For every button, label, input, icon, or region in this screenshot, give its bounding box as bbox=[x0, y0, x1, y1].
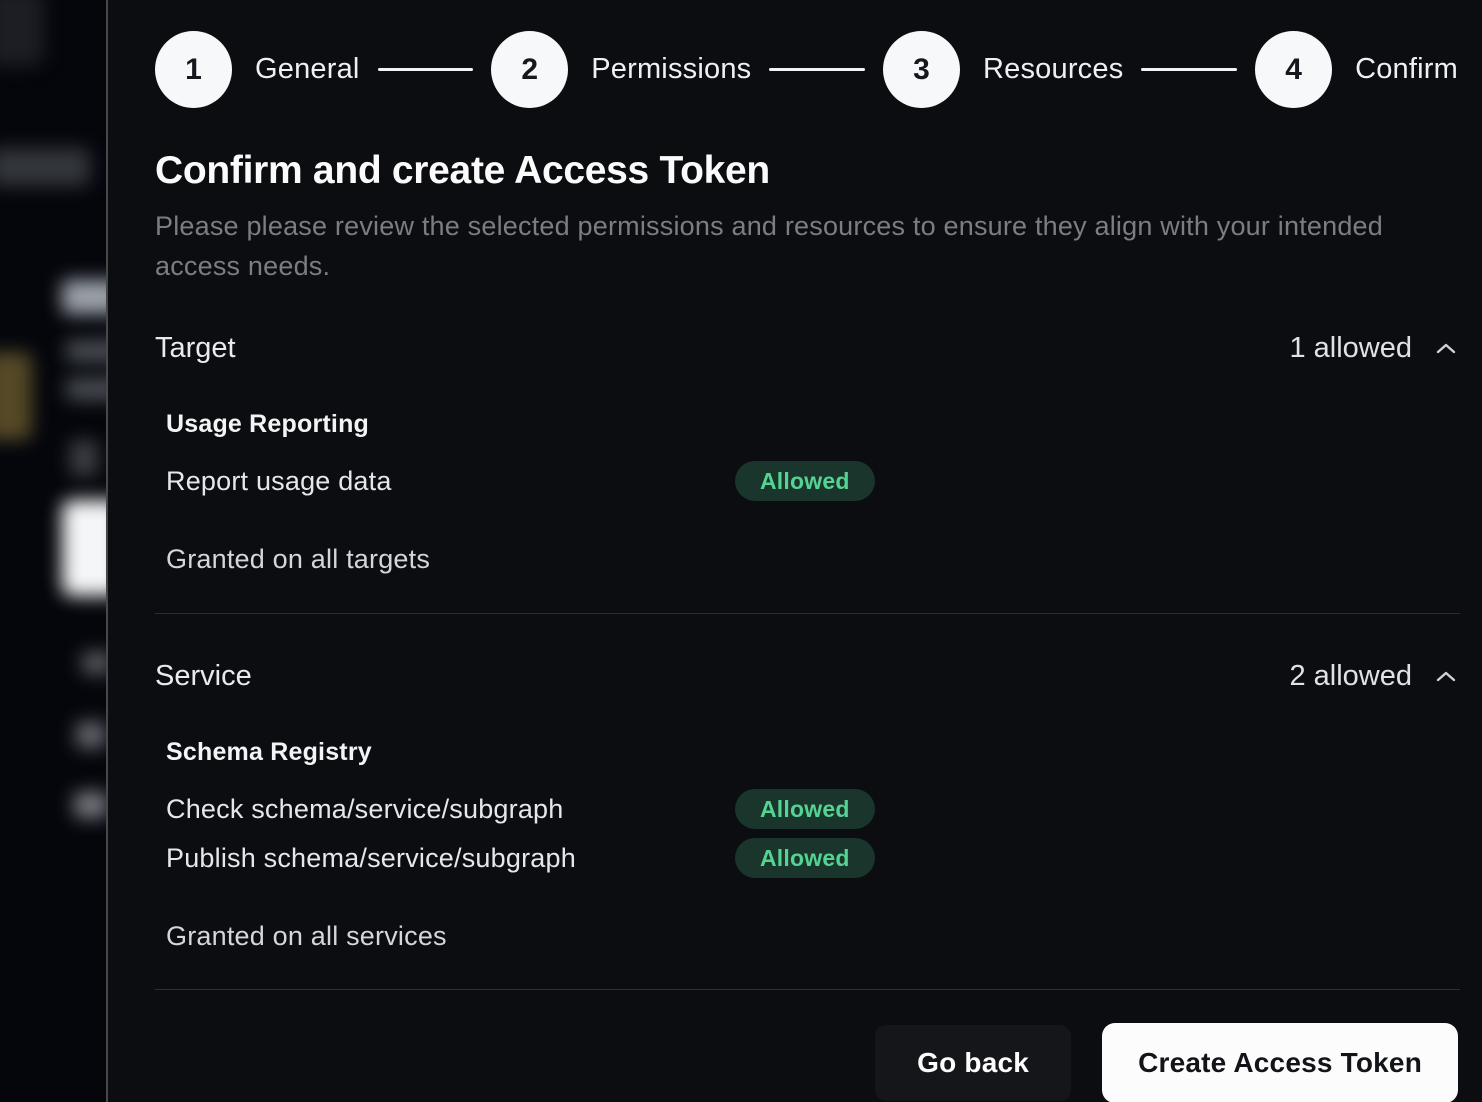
step-number-circle: 2 bbox=[491, 31, 568, 108]
permission-label: Publish schema/service/subgraph bbox=[166, 843, 735, 874]
section-title: Target bbox=[155, 332, 236, 365]
section-header-target: Target 1 allowed bbox=[155, 332, 1458, 365]
backdrop-highlight-blur bbox=[0, 352, 32, 440]
permission-label: Check schema/service/subgraph bbox=[166, 794, 735, 825]
permission-label: Report usage data bbox=[166, 466, 735, 497]
backdrop-text-blur bbox=[82, 652, 106, 674]
permission-row: Report usage data Allowed bbox=[166, 461, 1458, 501]
backdrop-card-blur bbox=[62, 500, 106, 596]
step-number-circle: 4 bbox=[1255, 31, 1332, 108]
chevron-up-icon bbox=[1434, 337, 1458, 361]
step-label: Confirm bbox=[1355, 53, 1458, 86]
backdrop-text-blur bbox=[66, 340, 106, 362]
permission-group-schema-registry: Schema Registry Check schema/service/sub… bbox=[166, 738, 1458, 878]
permission-group-title: Usage Reporting bbox=[166, 410, 1458, 439]
granted-scope-note: Granted on all targets bbox=[166, 544, 1458, 575]
create-access-token-button[interactable]: Create Access Token bbox=[1102, 1023, 1458, 1102]
step-connector-line bbox=[378, 68, 474, 71]
step-label: Permissions bbox=[591, 53, 751, 86]
backdrop-text-blur bbox=[66, 378, 106, 400]
allowed-count: 2 allowed bbox=[1289, 660, 1412, 693]
permission-row: Check schema/service/subgraph Allowed bbox=[166, 789, 1458, 829]
step-connector-line bbox=[769, 68, 865, 71]
go-back-button[interactable]: Go back bbox=[875, 1025, 1071, 1101]
section-title: Service bbox=[155, 660, 252, 693]
step-general[interactable]: 1 General bbox=[155, 31, 360, 108]
step-label: Resources bbox=[983, 53, 1123, 86]
step-connector-line bbox=[1141, 68, 1237, 71]
dialog-footer: Go back Create Access Token bbox=[155, 1023, 1458, 1102]
step-number-circle: 1 bbox=[155, 31, 232, 108]
step-resources[interactable]: 3 Resources bbox=[883, 31, 1123, 108]
backdrop-icon-blur bbox=[70, 440, 98, 476]
permission-row: Publish schema/service/subgraph Allowed bbox=[166, 838, 1458, 878]
section-divider bbox=[155, 613, 1460, 614]
section-collapse-toggle[interactable]: 2 allowed bbox=[1289, 660, 1458, 693]
permission-group-usage-reporting: Usage Reporting Report usage data Allowe… bbox=[166, 410, 1458, 501]
status-badge-allowed: Allowed bbox=[735, 838, 875, 878]
step-label: General bbox=[255, 53, 360, 86]
backdrop-blurred-page bbox=[0, 0, 106, 1102]
backdrop-logo-blur bbox=[0, 0, 44, 66]
chevron-up-icon bbox=[1434, 665, 1458, 689]
step-permissions[interactable]: 2 Permissions bbox=[491, 31, 751, 108]
create-access-token-dialog: 1 General 2 Permissions 3 Resources 4 Co… bbox=[106, 0, 1482, 1102]
granted-scope-note: Granted on all services bbox=[166, 921, 1458, 952]
allowed-count: 1 allowed bbox=[1289, 332, 1412, 365]
step-confirm[interactable]: 4 Confirm bbox=[1255, 31, 1458, 108]
page-title: Confirm and create Access Token bbox=[155, 149, 1458, 193]
step-number-circle: 3 bbox=[883, 31, 960, 108]
backdrop-heading-blur bbox=[62, 280, 106, 314]
status-badge-allowed: Allowed bbox=[735, 461, 875, 501]
wizard-stepper: 1 General 2 Permissions 3 Resources 4 Co… bbox=[155, 31, 1458, 108]
status-badge-allowed: Allowed bbox=[735, 789, 875, 829]
backdrop-text-blur bbox=[74, 792, 106, 818]
section-header-service: Service 2 allowed bbox=[155, 660, 1458, 693]
backdrop-text-blur bbox=[76, 722, 106, 748]
backdrop-nav-item-blur bbox=[0, 148, 90, 186]
page-subtitle: Please please review the selected permis… bbox=[155, 206, 1395, 286]
footer-divider bbox=[155, 989, 1460, 990]
section-collapse-toggle[interactable]: 1 allowed bbox=[1289, 332, 1458, 365]
permission-group-title: Schema Registry bbox=[166, 738, 1458, 767]
